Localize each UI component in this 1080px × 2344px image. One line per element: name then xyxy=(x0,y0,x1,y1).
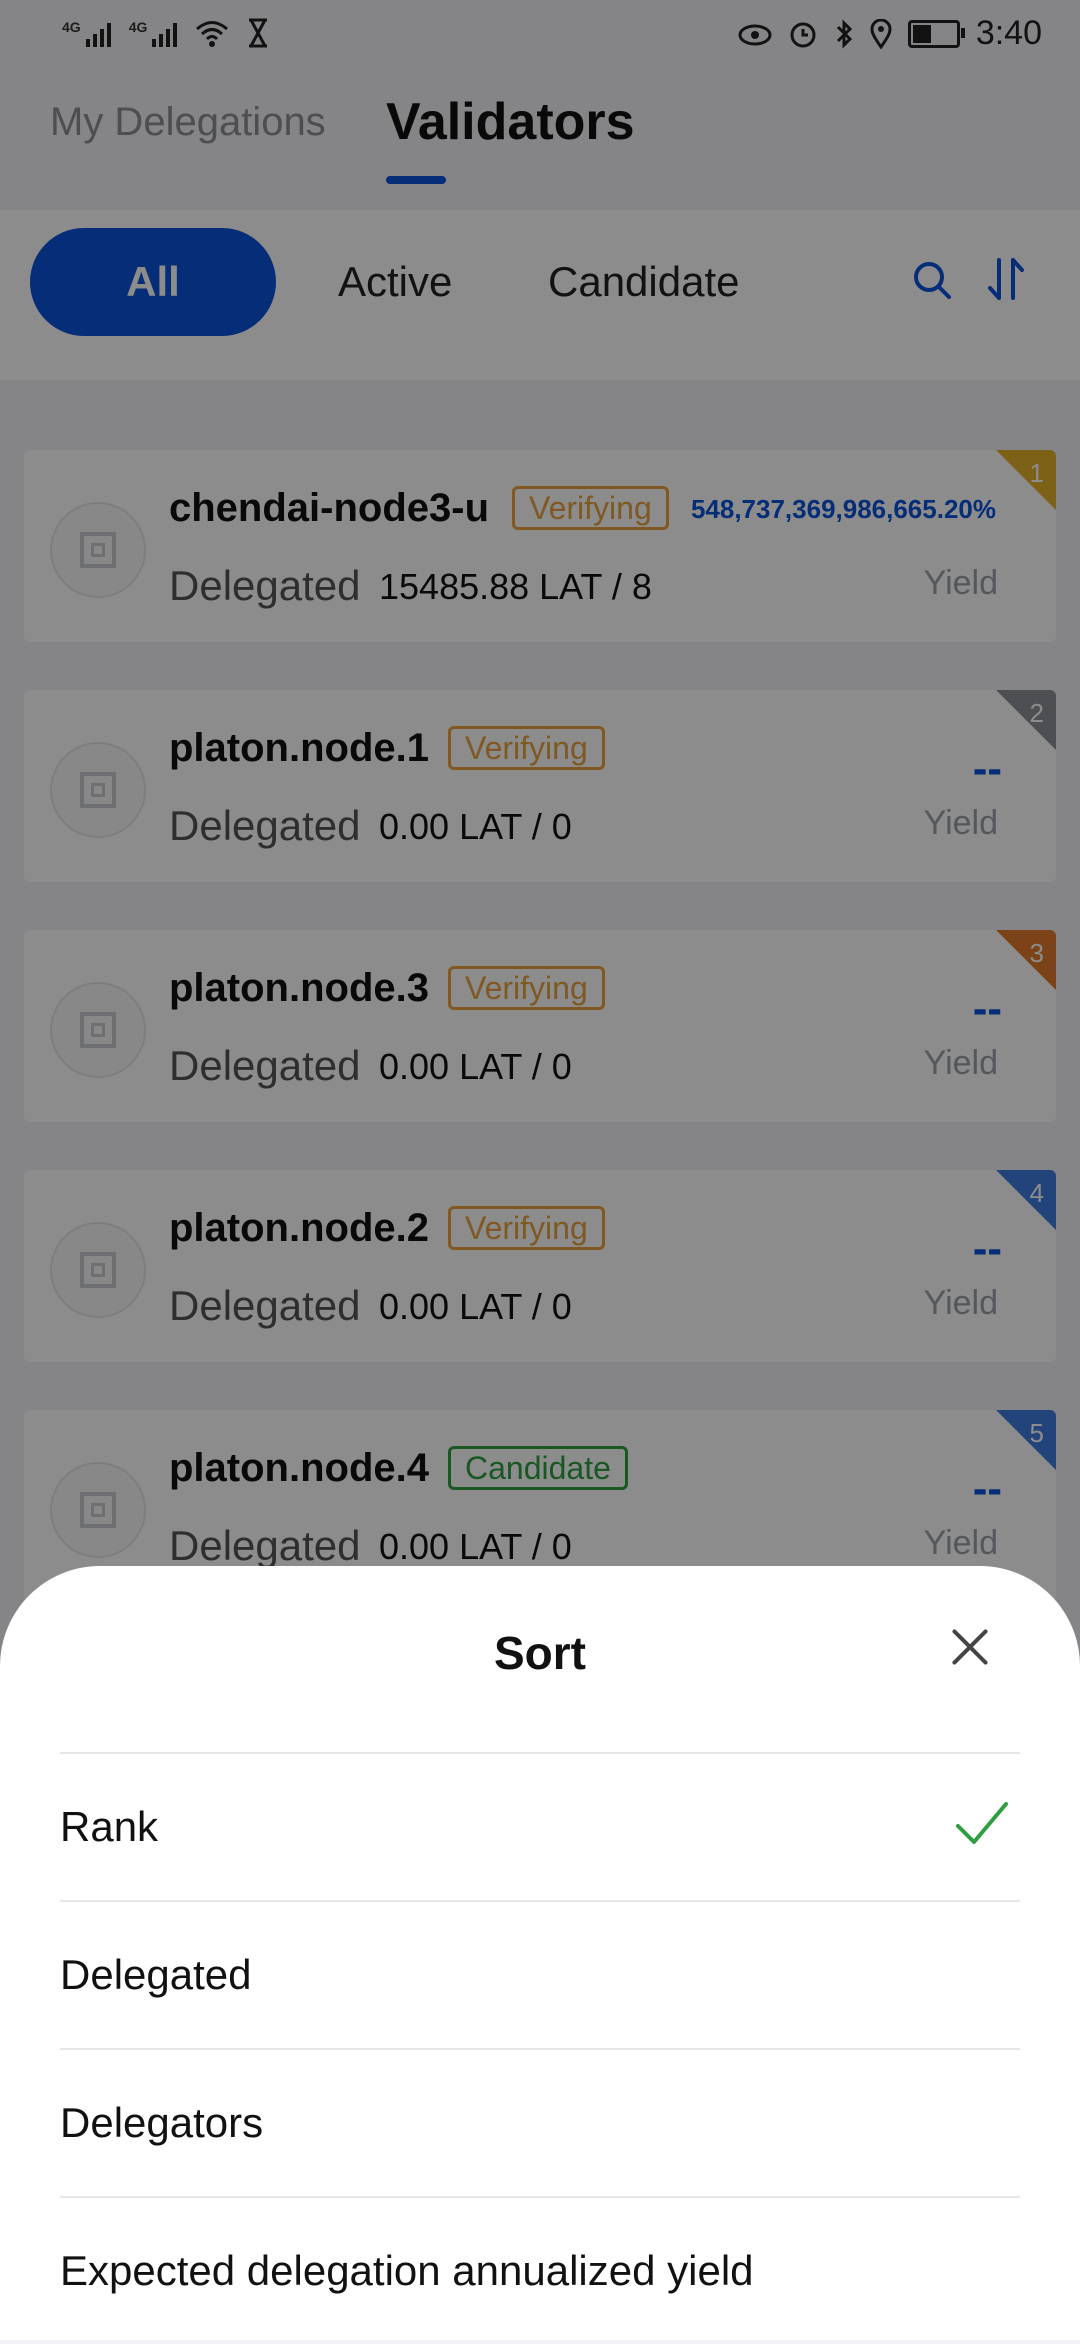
sort-option-rank[interactable]: Rank xyxy=(60,1752,1020,1900)
sort-option-label: Delegators xyxy=(60,2099,264,2146)
sheet-title: Sort xyxy=(494,1627,586,1679)
sort-option-yield[interactable]: Expected delegation annualized yield xyxy=(60,2196,1020,2344)
sort-option-delegators[interactable]: Delegators xyxy=(60,2048,1020,2196)
sort-option-delegated[interactable]: Delegated xyxy=(60,1900,1020,2048)
sort-bottom-sheet: Sort Rank Delegated Delegators Expected … xyxy=(0,1566,1080,2340)
checkmark-icon xyxy=(956,1802,1008,1844)
sort-option-label: Rank xyxy=(60,1803,159,1850)
sort-option-label: Expected delegation annualized yield xyxy=(60,2247,754,2294)
sort-option-label: Delegated xyxy=(60,1951,252,1998)
close-icon[interactable] xyxy=(942,1620,998,1676)
